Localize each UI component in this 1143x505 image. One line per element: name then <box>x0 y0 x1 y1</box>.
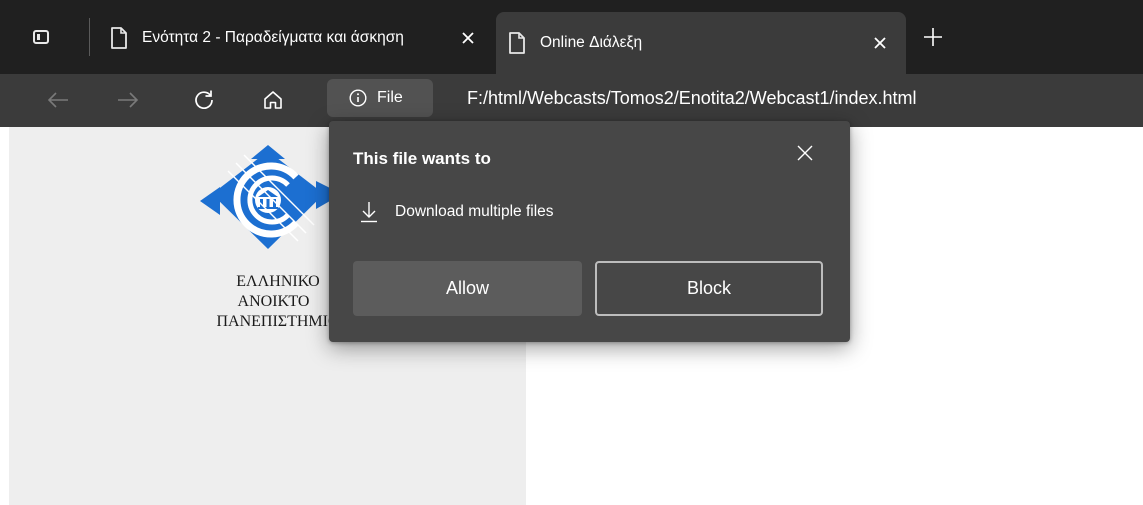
reload-button[interactable] <box>184 80 224 120</box>
plus-icon <box>924 28 942 46</box>
allow-button[interactable]: Allow <box>353 261 582 316</box>
page-icon <box>111 27 127 49</box>
popup-title: This file wants to <box>353 149 491 168</box>
tab-separator <box>89 18 90 56</box>
new-tab-button[interactable] <box>918 22 948 52</box>
site-info-button[interactable]: File <box>327 79 433 117</box>
university-logo <box>200 145 342 249</box>
close-icon <box>797 145 813 161</box>
home-button[interactable] <box>253 80 293 120</box>
toolbar: File F:/html/Webcasts/Tomos2/Enotita2/We… <box>0 74 1143 127</box>
address-bar[interactable]: F:/html/Webcasts/Tomos2/Enotita2/Webcast… <box>467 88 917 109</box>
close-icon[interactable] <box>454 24 482 52</box>
info-icon <box>349 89 367 107</box>
home-icon <box>264 91 282 109</box>
back-button[interactable] <box>38 80 78 120</box>
tab-actions-icon[interactable] <box>28 24 54 50</box>
tab-title: Online Διάλεξη <box>540 34 643 51</box>
tab-online-dialexi[interactable]: Online Διάλεξη <box>496 12 906 74</box>
site-info-label: File <box>377 89 403 106</box>
arrow-left-icon <box>47 92 68 108</box>
permission-item: Download multiple files <box>359 201 554 223</box>
forward-button[interactable] <box>108 80 148 120</box>
download-icon <box>361 202 377 223</box>
tab-enotita-2[interactable]: Ενότητα 2 - Παραδείγματα και άσκηση <box>98 14 494 62</box>
block-button[interactable]: Block <box>595 261 823 316</box>
refresh-icon <box>195 90 213 109</box>
tab-strip: Ενότητα 2 - Παραδείγματα και άσκηση Onli… <box>0 0 1143 74</box>
close-icon[interactable] <box>866 29 894 57</box>
arrow-right-icon <box>118 92 139 108</box>
popup-close-button[interactable] <box>791 139 819 167</box>
page-icon <box>509 32 525 54</box>
permission-label: Download multiple files <box>395 203 554 220</box>
permission-popup: This file wants to Download multiple fil… <box>329 121 850 342</box>
tab-title: Ενότητα 2 - Παραδείγματα και άσκηση <box>142 29 404 46</box>
